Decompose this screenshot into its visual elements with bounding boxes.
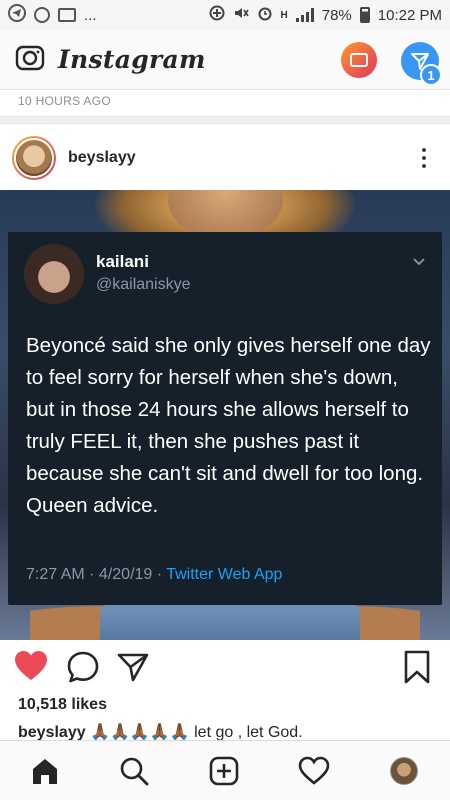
share-icon[interactable] (116, 650, 150, 689)
app-header: Instagram 1 (0, 30, 450, 90)
network-type: H (280, 9, 288, 21)
status-bar: ... H 78% 10:22 PM (0, 0, 450, 30)
data-saver-icon (209, 5, 225, 25)
tweet-card: kailani @kailaniskye Beyoncé said she on… (8, 232, 442, 605)
tweet-avatar (24, 244, 84, 304)
post-header: beyslayy (0, 130, 450, 186)
tweet-time: 7:27 AM · 4/20/19 · (26, 566, 167, 583)
direct-badge: 1 (420, 64, 442, 86)
home-icon[interactable] (29, 755, 61, 787)
post-image[interactable]: kailani @kailaniskye Beyoncé said she on… (0, 190, 450, 640)
activity-icon[interactable] (298, 755, 330, 787)
profile-avatar[interactable] (388, 755, 420, 787)
chevron-down-icon (412, 254, 426, 272)
imo-icon (34, 7, 50, 23)
tweet-name: kailani (96, 252, 149, 271)
gallery-icon (58, 8, 76, 22)
status-more: ... (84, 6, 97, 24)
caption-username[interactable]: beyslayy (18, 724, 86, 741)
caption: beyslayy 🙏🏾🙏🏾🙏🏾🙏🏾🙏🏾 let go , let God. (18, 722, 303, 742)
instagram-logo: Instagram (58, 45, 206, 74)
signal-icon (295, 8, 314, 22)
more-options-icon[interactable] (422, 148, 426, 168)
caption-emoji: 🙏🏾🙏🏾🙏🏾🙏🏾🙏🏾 (90, 724, 190, 741)
alarm-icon (257, 5, 273, 25)
bookmark-icon[interactable] (402, 650, 432, 689)
new-post-icon[interactable] (208, 755, 240, 787)
tweet-text: Beyoncé said she only gives herself one … (26, 334, 431, 517)
tweet-handle: @kailaniskye (96, 276, 191, 293)
likes-count[interactable]: 10,518 likes (18, 696, 107, 714)
tweet-app: Twitter Web App (166, 566, 283, 583)
mute-icon (233, 5, 249, 25)
heart-filled-icon[interactable] (14, 650, 48, 687)
camera-icon[interactable] (14, 41, 46, 78)
clock: 10:22 PM (377, 6, 442, 24)
time-ago: 10 HOURS AGO (18, 94, 111, 108)
tweet-meta: 7:27 AM · 4/20/19 · Twitter Web App (26, 566, 282, 584)
battery-percent: 78% (321, 6, 352, 24)
caption-text: let go , let God. (194, 724, 303, 741)
post-username[interactable]: beyslayy (68, 149, 136, 167)
bottom-nav (0, 740, 450, 800)
comment-icon[interactable] (66, 650, 100, 689)
avatar[interactable] (12, 136, 56, 180)
search-icon[interactable] (118, 755, 150, 787)
battery-icon (359, 7, 370, 23)
telegram-icon (8, 4, 26, 26)
igtv-icon[interactable] (341, 42, 377, 78)
post-actions (0, 648, 450, 688)
feed-divider (0, 116, 450, 124)
